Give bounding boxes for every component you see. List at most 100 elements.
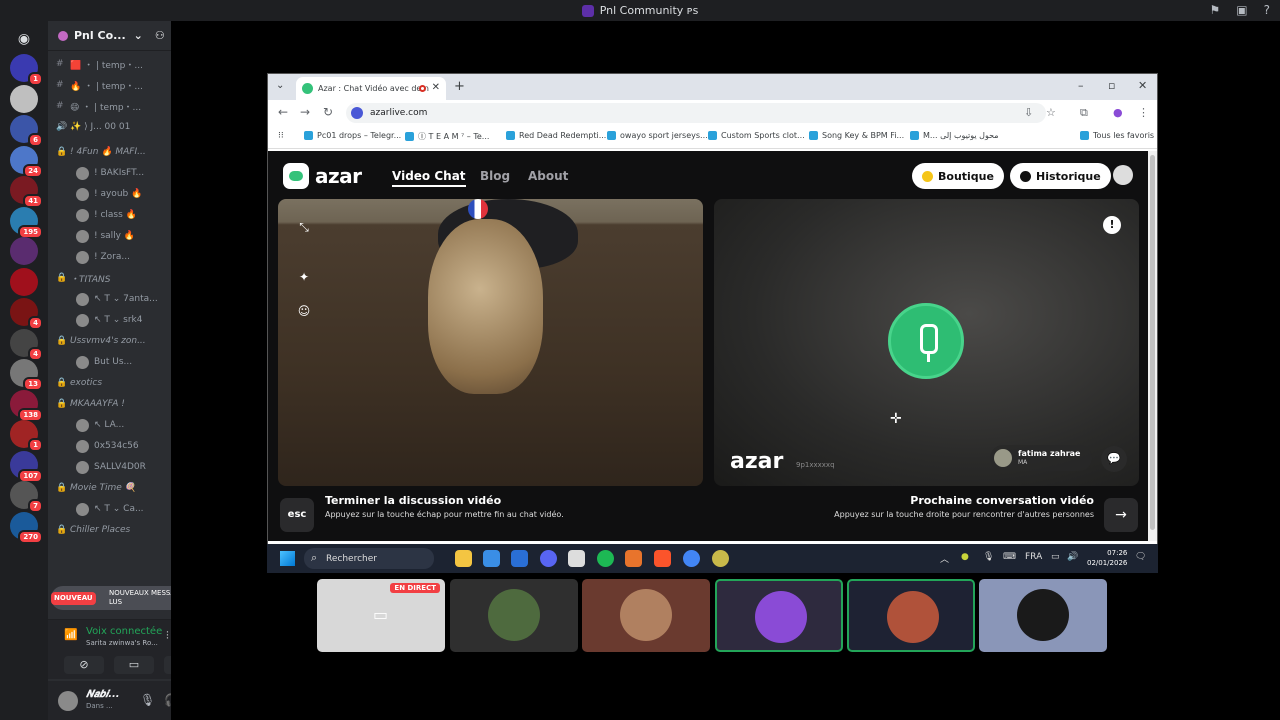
screen-share-button[interactable]: ▭ [114, 656, 154, 674]
chat-bubble-icon[interactable]: 💬 [1101, 446, 1127, 472]
username[interactable]: 𝑵𝒂𝒃𝒊... [86, 689, 120, 700]
store-icon[interactable] [483, 550, 500, 567]
server-icon[interactable]: 270 [10, 511, 43, 544]
stream-tile-user-speaking[interactable] [847, 579, 975, 652]
apps-icon[interactable]: ⁝⁝ [278, 131, 284, 141]
reload-icon[interactable]: ↻ [323, 105, 333, 119]
voice-channel[interactable]: 🔒 ・TITANS [56, 269, 166, 287]
server-icon[interactable]: 13 [10, 359, 43, 391]
bookmark-item[interactable]: Tous les favoris [1080, 131, 1154, 140]
voice-member[interactable]: SALLV4D0R [76, 458, 171, 476]
file-explorer-icon[interactable] [455, 550, 472, 567]
volume-icon[interactable]: 🔊 [1067, 552, 1078, 562]
server-icon[interactable]: 1 [10, 420, 43, 452]
url-field[interactable]: azarlive.com [346, 103, 1046, 123]
tab-list-icon[interactable]: ⌄ [276, 80, 284, 91]
voice-member[interactable]: ! class 🔥 [76, 206, 171, 224]
soundboard-icon[interactable]: ⫶ [166, 629, 169, 643]
stream-tile-user[interactable] [582, 579, 710, 652]
next-arrow-button[interactable]: → [1104, 498, 1138, 532]
chrome-icon[interactable] [683, 550, 700, 567]
discord-home-icon[interactable]: ◉ [10, 25, 38, 53]
peer-card[interactable]: fatima zahrae MA [990, 445, 1092, 471]
server-icon[interactable] [10, 84, 38, 113]
stream-tile-user-speaking[interactable] [715, 579, 843, 652]
esc-key-button[interactable]: esc [280, 498, 314, 532]
tray-chevron-icon[interactable]: ︿ [940, 552, 949, 565]
server-icon[interactable]: 138 [10, 389, 43, 422]
minimize-video-icon[interactable]: ⤡ [296, 219, 312, 235]
new-messages-banner[interactable]: NOUVEAU NOUVEAUX MESSAGES NON LUS [51, 586, 171, 610]
activity-button[interactable]: ⁙ [164, 656, 171, 674]
nav-video-chat[interactable]: Video Chat [392, 169, 466, 187]
language-label[interactable]: FRA [1025, 552, 1042, 562]
historique-button[interactable]: Historique [1010, 163, 1111, 189]
voice-member[interactable]: ↖ T ⌄ 7anta... [76, 290, 171, 308]
nav-blog[interactable]: Blog [480, 169, 510, 183]
game-icon[interactable] [712, 550, 729, 567]
maximize-button[interactable]: ▫ [1108, 79, 1115, 92]
server-icon[interactable]: 7 [10, 481, 43, 513]
taskbar-search[interactable]: Rechercher [304, 548, 434, 569]
server-icon[interactable]: 1 [10, 54, 43, 86]
extensions-icon[interactable]: ⧉ [1080, 106, 1088, 120]
voice-member[interactable]: 0x534c56 [76, 437, 171, 455]
server-icon[interactable]: 24 [10, 145, 43, 178]
close-window-button[interactable]: ✕ [1138, 79, 1147, 92]
network-icon[interactable]: ▭ [1051, 552, 1060, 562]
server-icon[interactable] [10, 267, 38, 296]
headphones-icon[interactable]: 🎧 [164, 693, 171, 707]
voice-channel[interactable]: Sarita zwinwa's Ro... [86, 639, 158, 647]
flag-icon[interactable]: ⚑ [1210, 3, 1221, 17]
inbox-icon[interactable]: ▣ [1236, 3, 1247, 17]
tray-app-icon[interactable]: ● [961, 552, 969, 562]
avatar[interactable] [58, 691, 78, 711]
server-icon[interactable]: 107 [10, 450, 43, 483]
forward-icon[interactable]: → [300, 105, 310, 119]
bookmark-item[interactable]: M... محول يوتيوب إلى [910, 131, 999, 140]
windows-start-icon[interactable] [280, 551, 295, 566]
azar-logo[interactable]: azar [283, 163, 362, 189]
voice-member[interactable]: ! Zora... [76, 248, 171, 266]
discord-icon[interactable] [540, 550, 557, 567]
voice-member[interactable]: ↖ LA... [76, 416, 171, 434]
voice-channel[interactable]: 🔒 MKAAAYFA ! [56, 395, 166, 413]
clock[interactable]: 07:26 02/01/2026 [1087, 548, 1127, 568]
effects-icon[interactable]: ✦ [296, 269, 312, 285]
stream-tile-screenshare[interactable]: EN DIRECT ▭ [317, 579, 445, 652]
menu-icon[interactable]: ⋮ [1138, 106, 1149, 119]
voice-member[interactable]: ! sally 🔥 [76, 227, 171, 245]
star-icon[interactable]: ☆ [1046, 106, 1056, 119]
voice-channel[interactable]: 🔒! 4Fun 🔥 MAFI... [56, 143, 166, 161]
voice-member[interactable]: ↖ T ⌄ srk4 [76, 311, 171, 329]
profile-icon[interactable]: ● [1113, 106, 1123, 119]
mic-icon[interactable]: 🎙 [140, 693, 155, 707]
channel-item[interactable]: # 😄 ・ | temp・... [56, 97, 166, 115]
notification-icon[interactable]: 🗨 [1135, 552, 1146, 562]
server-icon[interactable]: 195 [10, 206, 43, 239]
tab-azar[interactable]: Azar : Chat Vidéo avec de n ✕ [296, 77, 446, 100]
defender-icon[interactable] [511, 550, 528, 567]
voice-channel[interactable]: 🔒 Movie Time 🍭 [56, 479, 166, 497]
sticker-icon[interactable]: ☺ [296, 303, 312, 319]
stream-tile-user[interactable] [979, 579, 1107, 652]
app-icon[interactable] [625, 550, 642, 567]
server-icon[interactable]: 4 [10, 298, 43, 330]
bookmark-item[interactable]: Custom Sports clot... [708, 131, 805, 140]
install-icon[interactable]: ⇩ [1024, 106, 1033, 119]
stream-tile-user[interactable] [450, 579, 578, 652]
add-member-icon[interactable]: ⚇ [155, 29, 165, 42]
server-header[interactable]: Pnl Co... ⌄ ⚇ [48, 21, 171, 51]
camera-off-button[interactable]: ⊘ [64, 656, 104, 674]
help-icon[interactable]: ? [1264, 3, 1270, 17]
bookmark-item[interactable]: Red Dead Redempti... [506, 131, 606, 140]
server-icon[interactable]: 6 [10, 115, 43, 147]
voice-member[interactable]: But Us... [76, 353, 171, 371]
voice-member[interactable]: ↖ T ⌄ Ca... [76, 500, 171, 518]
channel-item[interactable]: # 🔥 ・ | temp・... [56, 76, 166, 94]
new-tab-button[interactable]: + [454, 79, 465, 94]
boutique-button[interactable]: Boutique [912, 163, 1004, 189]
report-icon[interactable]: ! [1103, 216, 1121, 234]
bookmark-item[interactable]: Ⓘ T E A M ⁷ – Te... [405, 131, 489, 142]
voice-channel[interactable]: 🔒 Chiller Places [56, 521, 166, 539]
